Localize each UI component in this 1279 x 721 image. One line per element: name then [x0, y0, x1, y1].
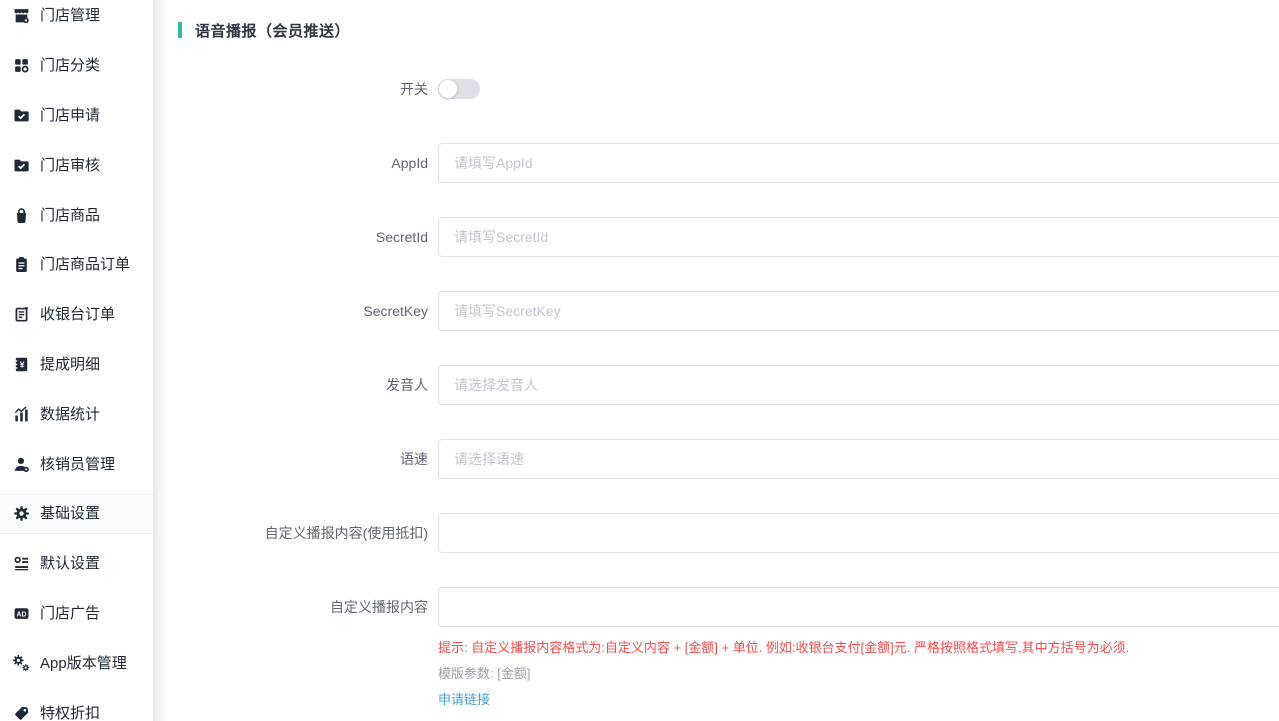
sidebar-item-basic-settings[interactable]: 基础设置 — [0, 494, 153, 534]
sidebar-item-store-category[interactable]: 门店分类 — [0, 41, 153, 91]
sidebar-item-label: App版本管理 — [40, 656, 127, 671]
sidebar-item-store-management[interactable]: 门店管理 — [0, 0, 153, 41]
form-row-speed: 语速 — [178, 439, 1279, 479]
form-row-voice: 发音人 — [178, 365, 1279, 405]
receipt-icon — [12, 306, 30, 324]
sidebar-item-default-settings[interactable]: 默认设置 — [0, 539, 153, 589]
form-label-custom-content-deduction: 自定义播报内容(使用抵扣) — [178, 513, 428, 553]
voice-input[interactable] — [438, 365, 1279, 405]
svg-text:AD: AD — [16, 612, 26, 619]
sidebar-item-store-goods[interactable]: 门店商品 — [0, 190, 153, 240]
svg-text:¥: ¥ — [19, 360, 24, 370]
switch-toggle[interactable] — [438, 79, 480, 99]
form-row-custom-content-deduction: 自定义播报内容(使用抵扣) — [178, 513, 1279, 553]
sidebar-menu: 门店管理 门店分类 门店申请 门店审核 门店商品 门店商品订单 收银台订单 ¥ … — [0, 0, 153, 721]
yuan-book-icon: ¥ — [12, 355, 30, 373]
sidebar-item-label: 门店申请 — [40, 108, 100, 123]
category-grid-icon — [12, 57, 30, 75]
format-hint-error: 提示: 自定义播报内容格式为:自定义内容 + [金额] + 单位. 例如:收银台… — [438, 635, 1279, 661]
form-label-app-id: AppId — [178, 143, 428, 183]
form-row-secret-id: SecretId — [178, 217, 1279, 257]
form-row-switch: 开关 — [178, 69, 1279, 109]
sidebar-item-app-version[interactable]: App版本管理 — [0, 639, 153, 689]
sidebar-item-verifier-management[interactable]: 核销员管理 — [0, 439, 153, 489]
sidebar: 门店管理 门店分类 门店申请 门店审核 门店商品 门店商品订单 收银台订单 ¥ … — [0, 0, 153, 721]
person-gear-icon — [12, 455, 30, 473]
form-label-secret-key: SecretKey — [178, 291, 428, 331]
sidebar-item-store-ads[interactable]: AD 门店广告 — [0, 589, 153, 639]
sidebar-item-label: 提成明细 — [40, 357, 100, 372]
discount-tag-icon — [12, 704, 30, 721]
secret-key-input[interactable] — [438, 291, 1279, 331]
form-row-secret-key: SecretKey — [178, 291, 1279, 331]
settings-list-icon — [12, 555, 30, 573]
ad-badge-icon: AD — [12, 605, 30, 623]
clipboard-icon — [12, 256, 30, 274]
form-row-custom-content: 自定义播报内容 提示: 自定义播报内容格式为:自定义内容 + [金额] + 单位… — [178, 587, 1279, 713]
sidebar-item-label: 门店广告 — [40, 606, 100, 621]
form-label-switch: 开关 — [178, 69, 428, 109]
switch-knob — [439, 80, 457, 98]
settings-form: 开关 AppId SecretId SecretKey 发音人 语速 自定义播报… — [178, 69, 1279, 713]
folder-check-icon — [12, 156, 30, 174]
apply-link[interactable]: 申请链接 — [438, 687, 490, 713]
custom-content-input[interactable] — [438, 587, 1279, 627]
sidebar-shadow — [153, 0, 168, 721]
main-content: 语音播报（会员推送） 开关 AppId SecretId SecretKey 发… — [168, 0, 1279, 721]
custom-content-deduction-input[interactable] — [438, 513, 1279, 553]
storefront-gear-icon — [12, 7, 30, 25]
sidebar-item-label: 门店审核 — [40, 158, 100, 173]
sidebar-item-label: 门店管理 — [40, 8, 100, 23]
bar-chart-icon — [12, 405, 30, 423]
shopping-bag-icon — [12, 206, 30, 224]
section-title-text: 语音播报（会员推送） — [195, 20, 350, 41]
sidebar-item-label: 默认设置 — [40, 556, 100, 571]
sidebar-item-label: 数据统计 — [40, 407, 100, 422]
app-id-input[interactable] — [438, 143, 1279, 183]
form-label-speed: 语速 — [178, 439, 428, 479]
sidebar-item-label: 收银台订单 — [40, 307, 115, 322]
sidebar-item-privilege-discount[interactable]: 特权折扣 — [0, 688, 153, 721]
form-row-app-id: AppId — [178, 143, 1279, 183]
title-accent-bar — [178, 22, 182, 38]
sidebar-item-label: 核销员管理 — [40, 457, 115, 472]
form-label-custom-content: 自定义播报内容 — [178, 587, 428, 713]
sidebar-item-label: 门店分类 — [40, 58, 100, 73]
double-gear-icon — [12, 654, 30, 672]
secret-id-input[interactable] — [438, 217, 1279, 257]
sidebar-item-store-review[interactable]: 门店审核 — [0, 140, 153, 190]
speed-input[interactable] — [438, 439, 1279, 479]
sidebar-item-commission-details[interactable]: ¥ 提成明细 — [0, 340, 153, 390]
sidebar-item-store-application[interactable]: 门店申请 — [0, 91, 153, 141]
sidebar-item-label: 基础设置 — [40, 506, 100, 521]
form-label-voice: 发音人 — [178, 365, 428, 405]
sidebar-item-store-goods-orders[interactable]: 门店商品订单 — [0, 240, 153, 290]
template-params-hint: 模版参数: [金额] — [438, 661, 1279, 687]
sidebar-item-cashier-orders[interactable]: 收银台订单 — [0, 290, 153, 340]
sidebar-item-label: 门店商品订单 — [40, 257, 130, 272]
sidebar-item-label: 特权折扣 — [40, 706, 100, 721]
sidebar-item-data-statistics[interactable]: 数据统计 — [0, 389, 153, 439]
folder-check-icon — [12, 106, 30, 124]
sidebar-item-label: 门店商品 — [40, 208, 100, 223]
gear-icon — [12, 505, 30, 523]
section-title: 语音播报（会员推送） — [178, 21, 1279, 39]
form-label-secret-id: SecretId — [178, 217, 428, 257]
app-root: 门店管理 门店分类 门店申请 门店审核 门店商品 门店商品订单 收银台订单 ¥ … — [0, 0, 1279, 721]
